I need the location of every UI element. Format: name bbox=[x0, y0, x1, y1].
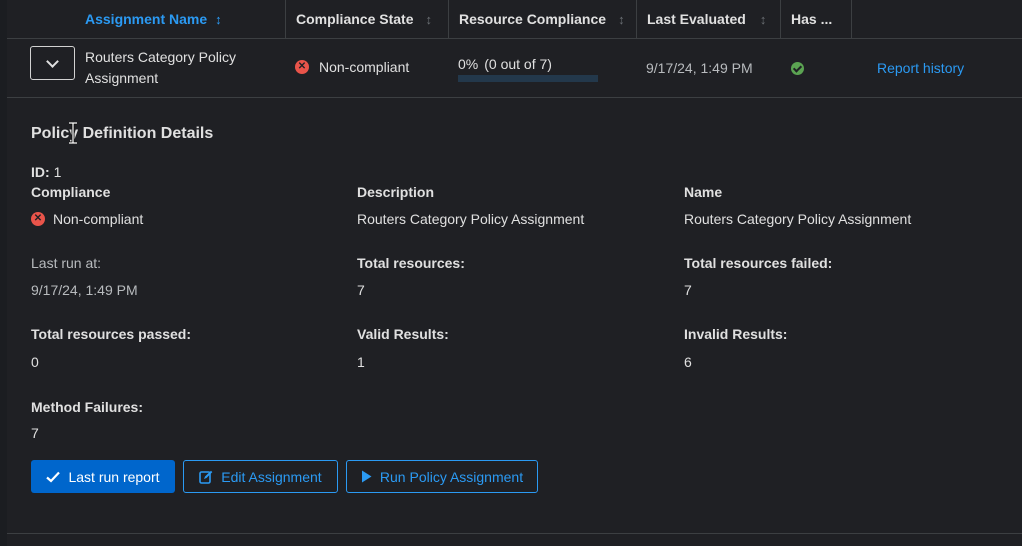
column-header-assignment-name[interactable]: Assignment Name ↕ bbox=[7, 0, 286, 38]
resource-compliance-progress-bar bbox=[458, 75, 598, 82]
sort-icon: ↕ bbox=[618, 11, 625, 27]
sort-icon: ↕ bbox=[759, 11, 767, 27]
valid-results-label: Valid Results: bbox=[357, 326, 449, 342]
compliance-value: ✕ Non-compliant bbox=[31, 211, 143, 227]
id-value: 1 bbox=[53, 164, 62, 180]
id-field: ID: 1 bbox=[31, 164, 61, 180]
resource-compliance-count: (0 out of 7) bbox=[484, 56, 552, 72]
last-evaluated: 9/17/24, 1:49 PM bbox=[646, 60, 753, 76]
total-resources-value: 7 bbox=[357, 282, 365, 298]
id-label: ID: bbox=[31, 164, 50, 180]
last-run-report-label: Last run report bbox=[68, 468, 160, 485]
invalid-results-value: 6 bbox=[684, 354, 692, 370]
edit-icon bbox=[199, 470, 213, 484]
resource-compliance: 0% (0 out of 7) bbox=[458, 56, 598, 82]
table-row: Routers Category Policy Assignment ✕ Non… bbox=[7, 39, 1022, 98]
name-label: Name bbox=[684, 184, 723, 200]
assignment-name: Routers Category Policy Assignment bbox=[85, 49, 236, 86]
column-header-last-evaluated[interactable]: Last Evaluated ↕ bbox=[637, 0, 781, 38]
divider bbox=[7, 533, 1022, 534]
column-header-resource-compliance[interactable]: Resource Compliance ↕ bbox=[449, 0, 637, 38]
compliance-state-label: Non-compliant bbox=[319, 59, 410, 75]
error-circle-icon: ✕ bbox=[295, 60, 309, 74]
last-run-label: Last run at: bbox=[31, 255, 102, 271]
method-failures-label: Method Failures: bbox=[31, 399, 144, 415]
run-policy-assignment-button[interactable]: Run Policy Assignment bbox=[346, 460, 538, 493]
invalid-results-label: Invalid Results: bbox=[684, 326, 788, 342]
valid-results-value: 1 bbox=[357, 354, 365, 370]
name-value: Routers Category Policy Assignment bbox=[684, 211, 912, 227]
total-resources-passed-value: 0 bbox=[31, 354, 39, 370]
table-header: Assignment Name ↕ Compliance State ↕ Res… bbox=[7, 0, 1022, 39]
edit-assignment-label: Edit Assignment bbox=[221, 468, 322, 485]
policy-assignments-table: Assignment Name ↕ Compliance State ↕ Res… bbox=[7, 0, 1022, 546]
total-resources-passed-label: Total resources passed: bbox=[31, 326, 192, 342]
run-policy-assignment-label: Run Policy Assignment bbox=[379, 468, 524, 485]
column-header-has[interactable]: Has ... bbox=[781, 0, 852, 38]
description-value: Routers Category Policy Assignment bbox=[357, 211, 585, 227]
last-run-report-button[interactable]: Last run report bbox=[31, 460, 175, 493]
description-label: Description bbox=[357, 184, 435, 200]
compliance-label: Compliance bbox=[31, 184, 111, 200]
report-history-link[interactable]: Report history bbox=[877, 60, 964, 76]
column-header-actions bbox=[852, 0, 1022, 38]
details-title: Policy Definition Details bbox=[31, 125, 214, 142]
check-circle-icon bbox=[791, 62, 804, 75]
sort-icon: ↕ bbox=[215, 11, 222, 27]
text-cursor-icon bbox=[69, 122, 77, 144]
column-header-compliance-state[interactable]: Compliance State ↕ bbox=[286, 0, 449, 38]
compliance-state: ✕ Non-compliant bbox=[295, 59, 409, 75]
compliance-value-label: Non-compliant bbox=[53, 211, 144, 227]
last-run-value: 9/17/24, 1:49 PM bbox=[31, 282, 138, 298]
total-resources-label: Total resources: bbox=[357, 255, 465, 271]
resource-compliance-percent: 0% bbox=[458, 56, 479, 72]
method-failures-value: 7 bbox=[31, 425, 39, 441]
total-resources-failed-value: 7 bbox=[684, 282, 692, 298]
error-circle-icon: ✕ bbox=[31, 212, 45, 226]
play-icon bbox=[361, 470, 372, 483]
chevron-down-icon bbox=[46, 54, 59, 68]
sort-icon: ↕ bbox=[425, 11, 432, 27]
total-resources-failed-label: Total resources failed: bbox=[684, 255, 833, 271]
expand-toggle-button[interactable] bbox=[30, 46, 75, 80]
edit-assignment-button[interactable]: Edit Assignment bbox=[183, 460, 338, 493]
check-icon bbox=[46, 471, 61, 483]
